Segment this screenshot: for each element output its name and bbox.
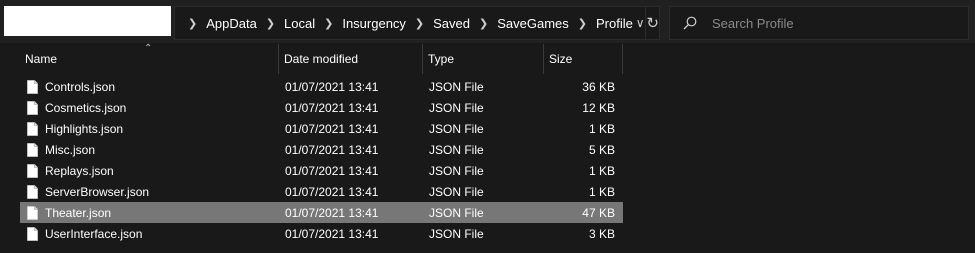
file-date: 01/07/2021 13:41 xyxy=(285,121,379,136)
file-date: 01/07/2021 13:41 xyxy=(285,79,379,94)
file-name: Highlights.json xyxy=(45,121,124,136)
file-icon xyxy=(27,79,38,94)
history-dropdown-button[interactable]: ∨ xyxy=(635,7,646,39)
file-name-cell: Highlights.json xyxy=(27,118,123,139)
chevron-right-icon[interactable]: ❯ xyxy=(181,17,204,30)
column-header-size-label: Size xyxy=(549,52,573,66)
file-name: ServerBrowser.json xyxy=(45,184,150,199)
file-icon xyxy=(27,205,38,220)
file-row[interactable]: Replays.json 01/07/2021 13:41 JSON File … xyxy=(20,160,623,181)
file-date: 01/07/2021 13:41 xyxy=(285,205,379,220)
file-name-cell: UserInterface.json xyxy=(27,223,142,244)
search-input[interactable] xyxy=(710,14,954,32)
breadcrumb-item-local[interactable]: Local xyxy=(282,16,317,31)
file-type: JSON File xyxy=(429,79,484,94)
file-name: Replays.json xyxy=(45,163,114,178)
file-size: 47 KB xyxy=(582,205,615,220)
file-row[interactable]: Theater.json 01/07/2021 13:41 JSON File … xyxy=(20,202,623,223)
file-row[interactable]: UserInterface.json 01/07/2021 13:41 JSON… xyxy=(20,223,623,244)
column-header-name-label: Name xyxy=(25,52,58,66)
file-size: 3 KB xyxy=(588,226,615,241)
column-header-date-label: Date modified xyxy=(284,52,359,66)
file-size: 5 KB xyxy=(588,142,615,157)
file-type: JSON File xyxy=(429,142,484,157)
chevron-right-icon[interactable]: ❯ xyxy=(408,17,431,30)
address-bar[interactable]: ❯ AppData ❯ Local ❯ Insurgency ❯ Saved ❯… xyxy=(174,6,660,40)
file-icon xyxy=(27,184,38,199)
file-size: 1 KB xyxy=(588,184,615,199)
chevron-right-icon[interactable]: ❯ xyxy=(571,17,594,30)
file-name-cell: ServerBrowser.json xyxy=(27,181,149,202)
file-icon xyxy=(27,100,38,115)
file-name: Misc.json xyxy=(45,142,96,157)
file-name-cell: Misc.json xyxy=(27,139,95,160)
column-header-type[interactable]: Type xyxy=(423,44,544,74)
file-row[interactable]: Misc.json 01/07/2021 13:41 JSON File 5 K… xyxy=(20,139,623,160)
breadcrumb-item-saved[interactable]: Saved xyxy=(431,16,472,31)
file-name-cell: Replays.json xyxy=(27,160,114,181)
file-type: JSON File xyxy=(429,100,484,115)
file-name-cell: Cosmetics.json xyxy=(27,97,126,118)
column-header-size[interactable]: Size xyxy=(544,44,623,74)
file-size: 1 KB xyxy=(588,163,615,178)
file-row[interactable]: ServerBrowser.json 01/07/2021 13:41 JSON… xyxy=(20,181,623,202)
chevron-right-icon[interactable]: ❯ xyxy=(259,17,282,30)
file-date: 01/07/2021 13:41 xyxy=(285,226,379,241)
column-header-type-label: Type xyxy=(428,52,455,66)
file-size: 12 KB xyxy=(582,100,615,115)
chevron-right-icon[interactable]: ❯ xyxy=(317,17,340,30)
redacted-area xyxy=(4,6,171,36)
search-box[interactable] xyxy=(669,6,969,40)
breadcrumb-item-savegames[interactable]: SaveGames xyxy=(495,16,571,31)
file-icon xyxy=(27,163,38,178)
column-header-date[interactable]: Date modified xyxy=(279,44,423,74)
file-icon xyxy=(27,226,38,241)
search-icon xyxy=(670,16,710,30)
chevron-down-icon: ∨ xyxy=(635,16,645,30)
file-icon xyxy=(27,121,38,136)
breadcrumb: ❯ AppData ❯ Local ❯ Insurgency ❯ Saved ❯… xyxy=(175,7,635,39)
file-date: 01/07/2021 13:41 xyxy=(285,100,379,115)
refresh-button[interactable]: ↻ xyxy=(645,7,659,39)
file-row[interactable]: Highlights.json 01/07/2021 13:41 JSON Fi… xyxy=(20,118,623,139)
file-date: 01/07/2021 13:41 xyxy=(285,142,379,157)
scrollbar[interactable] xyxy=(963,44,975,253)
column-header-name[interactable]: Name xyxy=(20,44,279,74)
file-name: Theater.json xyxy=(45,205,112,220)
breadcrumb-item-profile[interactable]: Profile xyxy=(594,16,635,31)
file-row[interactable]: Cosmetics.json 01/07/2021 13:41 JSON Fil… xyxy=(20,97,623,118)
file-type: JSON File xyxy=(429,205,484,220)
file-size: 36 KB xyxy=(582,79,615,94)
refresh-icon: ↻ xyxy=(646,15,659,32)
breadcrumb-item-appdata[interactable]: AppData xyxy=(204,16,259,31)
file-type: JSON File xyxy=(429,163,484,178)
address-toolbar: ❯ AppData ❯ Local ❯ Insurgency ❯ Saved ❯… xyxy=(0,0,975,43)
file-type: JSON File xyxy=(429,226,484,241)
file-row[interactable]: Controls.json 01/07/2021 13:41 JSON File… xyxy=(20,76,623,97)
breadcrumb-item-insurgency[interactable]: Insurgency xyxy=(340,16,408,31)
file-name-cell: Theater.json xyxy=(27,202,111,223)
chevron-right-icon[interactable]: ❯ xyxy=(472,17,495,30)
file-type: JSON File xyxy=(429,121,484,136)
file-icon xyxy=(27,142,38,157)
file-list: Controls.json 01/07/2021 13:41 JSON File… xyxy=(20,76,623,244)
column-headers: ⌃ Name Date modified Type Size xyxy=(20,43,975,74)
file-name: UserInterface.json xyxy=(45,226,143,241)
file-explorer-window: ❯ AppData ❯ Local ❯ Insurgency ❯ Saved ❯… xyxy=(0,0,975,253)
file-date: 01/07/2021 13:41 xyxy=(285,163,379,178)
file-name: Controls.json xyxy=(45,79,116,94)
file-name: Cosmetics.json xyxy=(45,100,127,115)
file-date: 01/07/2021 13:41 xyxy=(285,184,379,199)
file-type: JSON File xyxy=(429,184,484,199)
file-name-cell: Controls.json xyxy=(27,76,115,97)
file-size: 1 KB xyxy=(588,121,615,136)
